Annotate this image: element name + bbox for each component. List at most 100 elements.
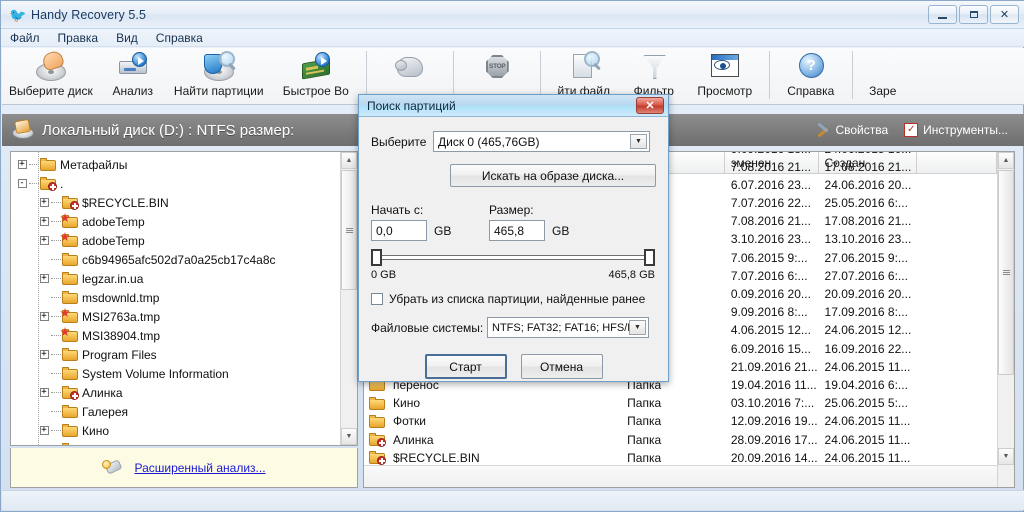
toolbar-button-register[interactable]: Заре — [859, 48, 907, 103]
slider-handle-min[interactable] — [371, 249, 382, 266]
slider-handle-max[interactable] — [644, 249, 655, 266]
tree-item-label: Галерея — [82, 404, 129, 419]
file-list-vertical-scrollbar[interactable]: ▲ ▼ — [997, 152, 1014, 487]
tree-expander[interactable]: + — [41, 445, 46, 446]
toolbar-button-find-partitions[interactable]: Найти партиции — [166, 48, 272, 103]
toolbar-separator — [365, 51, 367, 99]
tree-item[interactable]: + adobeTemp — [15, 231, 340, 250]
cell-text: 4.06.2015 12... — [730, 323, 811, 338]
scrollbar-thumb[interactable] — [998, 170, 1014, 375]
tree-expander[interactable]: + — [39, 426, 49, 435]
toolbar-button-preview[interactable]: Просмотр — [687, 48, 763, 103]
tree-item[interactable]: + Program Files — [15, 345, 340, 364]
start-button[interactable]: Старт — [424, 354, 507, 379]
tree-item[interactable]: msdownld.tmp — [15, 288, 340, 307]
menu-item-view[interactable]: Вид — [107, 30, 147, 46]
select-disk-label: Выберите — [371, 134, 427, 149]
tree-expander[interactable]: + — [39, 236, 49, 245]
tree-item[interactable]: MSI38904.tmp — [15, 326, 340, 345]
table-row[interactable]: Кино Папка 03.10.2016 7:... 25.06.2015 5:..… — [364, 394, 997, 412]
chevron-down-icon[interactable]: ▼ — [629, 320, 646, 335]
tree-expander[interactable]: + — [39, 274, 49, 283]
filesystems-select[interactable]: NTFS; FAT32; FAT16; HFS/H... ▼ — [487, 317, 649, 338]
scrollbar-thumb[interactable] — [341, 170, 357, 290]
tree-item[interactable]: System Volume Information — [15, 364, 340, 383]
tree-item[interactable]: Галерея — [15, 402, 340, 421]
toolbar-button-select-disk[interactable]: Выберите диск — [2, 48, 100, 103]
menu-item-help[interactable]: Справка — [147, 30, 212, 46]
toolbar-button-quick-recovery[interactable]: Быстрое Во — [272, 48, 360, 103]
tree-item[interactable]: + Кино — [15, 421, 340, 440]
cell-text: 20.09.2016 20... — [824, 287, 912, 301]
tree-item[interactable]: + adobeTemp — [15, 212, 340, 231]
menu-item-file[interactable]: Файл — [1, 30, 49, 46]
range-slider[interactable] — [371, 249, 655, 266]
tree-item[interactable]: c6b94965afc502d7a0a25cb17c4a8c — [15, 250, 340, 269]
menu-item-edit[interactable]: Правка — [49, 30, 108, 46]
folder-tree-panel[interactable]: + Метафайлы -. + $RECYCLE.BIN + adobeTemp + adob… — [10, 151, 358, 446]
tree-expander[interactable]: - — [17, 179, 27, 188]
scroll-up-arrow-icon[interactable]: ▲ — [998, 152, 1014, 169]
tree-item[interactable]: + $RECYCLE.BIN — [15, 193, 340, 212]
tree-expander[interactable]: + — [17, 160, 27, 169]
table-row[interactable]: Алинка Папка 28.09.2016 17... 24.06.2015 11… — [364, 430, 997, 448]
properties-icon — [816, 123, 830, 137]
tools-button[interactable]: Инструменты... — [904, 123, 1008, 137]
scroll-down-arrow-icon[interactable]: ▼ — [341, 428, 357, 445]
cell-modified: 7.07.2016 6:... — [725, 269, 819, 283]
folder-icon — [369, 396, 385, 410]
file-list-footer — [364, 465, 1014, 487]
tree-gutter: + — [41, 445, 46, 446]
tree-item[interactable]: + MSI2763a.tmp — [15, 307, 340, 326]
remove-found-partitions-checkbox[interactable] — [371, 293, 383, 305]
cell-text: 03.10.2016 7:... — [730, 396, 815, 411]
chevron-down-icon[interactable]: ▼ — [630, 134, 647, 149]
close-button[interactable]: ✕ — [990, 5, 1019, 24]
register-icon — [866, 51, 900, 83]
scroll-up-arrow-icon[interactable]: ▲ — [341, 152, 357, 169]
tree-expander[interactable]: + — [39, 388, 49, 397]
search-disk-image-button[interactable]: Искать на образе диска... — [450, 164, 656, 187]
folder-tree[interactable]: + Метафайлы -. + $RECYCLE.BIN + adobeTemp + adob… — [11, 152, 340, 445]
cancel-button[interactable]: Отмена — [520, 354, 603, 379]
tree-item-label: legzar.in.ua — [82, 271, 144, 286]
toolbar-button-help[interactable]: ? Справка — [776, 48, 846, 103]
cell-type: Папка — [621, 396, 725, 410]
cell-created: 19.04.2016 6:... — [819, 378, 918, 392]
tree-item[interactable]: + Метафайлы — [15, 155, 340, 174]
cell-text: 0.09.2016 20... — [730, 287, 811, 301]
tree-expander[interactable]: + — [39, 198, 49, 207]
scroll-down-arrow-icon[interactable]: ▼ — [998, 448, 1014, 465]
advanced-analysis-strip[interactable]: Расширенный анализ... — [10, 448, 358, 488]
maximize-button[interactable] — [959, 5, 988, 24]
cell-text: 24.06.2015 11... — [824, 432, 911, 447]
tree-item[interactable]: + Алинка — [15, 383, 340, 402]
cell-text: 7.08.2016 21... — [730, 214, 811, 229]
cell-modified: 19.04.2016 11... — [725, 378, 819, 392]
disk-select[interactable]: Диск 0 (465,76GB) ▼ — [433, 131, 650, 152]
tree-expander[interactable]: + — [39, 217, 49, 226]
tree-vertical-scrollbar[interactable]: ▲ ▼ — [340, 152, 357, 445]
tree-connector — [51, 373, 61, 374]
tree-item[interactable]: -. — [15, 174, 340, 193]
toolbar-button-analyze[interactable]: Анализ — [100, 48, 166, 103]
slider-max-label: 465,8 GB — [608, 269, 655, 281]
size-input[interactable]: 465,8 — [489, 220, 545, 241]
table-row[interactable]: $RECYCLE.BIN Папка 20.09.2016 14... 24.06.2… — [364, 449, 997, 465]
flashlight-icon — [102, 458, 124, 477]
cell-modified: 21.09.2016 21... — [725, 360, 819, 374]
advanced-analysis-link[interactable]: Расширенный анализ... — [134, 461, 265, 475]
tree-item[interactable]: + legzar.in.ua — [15, 269, 340, 288]
title-bar: 🐦 Handy Recovery 5.5 ✕ — [1, 1, 1024, 29]
start-from-input[interactable]: 0,0 — [371, 220, 427, 241]
tree-expander[interactable]: + — [39, 350, 49, 359]
cell-text: 28.09.2016 17... — [730, 432, 818, 447]
toolbar-separator — [452, 51, 454, 99]
tree-expander[interactable]: + — [39, 312, 49, 321]
properties-button[interactable]: Свойства — [816, 123, 888, 137]
dialog-close-button[interactable]: ✕ — [636, 97, 664, 114]
tree-item[interactable]: + МУЗЫКА — [15, 440, 340, 446]
table-row[interactable]: Фотки Папка 12.09.2016 19... 24.06.2015 11.… — [364, 412, 997, 430]
minimize-button[interactable] — [928, 5, 957, 24]
cell-text: 21.09.2016 21... — [730, 359, 818, 374]
